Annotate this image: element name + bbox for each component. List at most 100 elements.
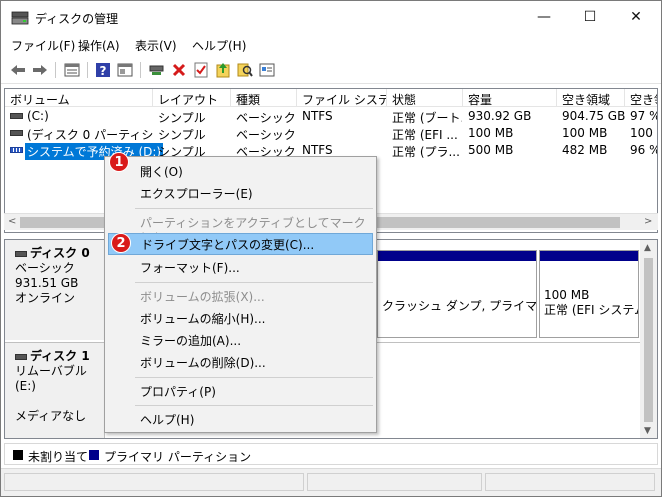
menu-item-extend-volume[interactable]: ボリュームの拡張(X)... (108, 285, 373, 307)
maximize-button[interactable]: ☐ (567, 1, 613, 33)
volume-status: 正常 (EFI ... (392, 128, 458, 142)
volume-free: 100 MB (562, 126, 608, 140)
vertical-scrollbar[interactable]: ▲ ▼ (640, 240, 657, 438)
delete-icon[interactable] (170, 61, 188, 79)
menu-item-open[interactable]: 開く(O) (108, 160, 373, 182)
help-icon[interactable]: ? (94, 61, 112, 79)
volume-capacity: 100 MB (468, 126, 514, 140)
scroll-down-icon[interactable]: ▼ (644, 426, 651, 436)
column-free-space[interactable]: 空き領域 (557, 89, 625, 107)
disk-0-label[interactable]: ディスク 0 ベーシック 931.51 GB オンライン (5, 240, 105, 340)
disk-state: メディアなし (15, 409, 87, 423)
volume-free-percent: 96 % (630, 143, 658, 157)
menu-item-delete-volume[interactable]: ボリュームの削除(D)... (108, 351, 373, 373)
context-menu: 開く(O) エクスプローラー(E) パーティションをアクティブとしてマーク(M)… (104, 156, 377, 433)
volume-name: (C:) (27, 109, 49, 123)
volume-filesystem: NTFS (302, 143, 333, 157)
disk-name: ディスク 1 (30, 349, 90, 363)
refresh-icon[interactable] (214, 61, 232, 79)
step-badge-1: 1 (109, 152, 129, 172)
volume-capacity: 930.92 GB (468, 109, 532, 123)
volume-layout: シンプル (158, 111, 206, 125)
volume-free-percent: 100 % (630, 126, 657, 140)
column-layout[interactable]: レイアウト (153, 89, 231, 107)
column-capacity[interactable]: 容量 (463, 89, 557, 107)
menu-help[interactable]: ヘルプ(H) (192, 37, 246, 54)
volume-capacity: 500 MB (468, 143, 514, 157)
volume-row[interactable]: (ディスク 0 パーティション 3) シンプル ベーシック 正常 (EFI ..… (5, 125, 657, 142)
disk-management-window: ディスクの管理 — ☐ ✕ ファイル(F) 操作(A) 表示(V) ヘルプ(H)… (0, 0, 662, 497)
disk-icon (15, 250, 27, 257)
disk-management-icon (11, 11, 29, 25)
scroll-up-icon[interactable]: ▲ (644, 243, 651, 253)
disk-state: オンライン (15, 291, 76, 305)
volume-free: 482 MB (562, 143, 608, 157)
disk-1-label[interactable]: ディスク 1 リムーバブル (E:) メディアなし (5, 343, 105, 438)
drive-icon (10, 147, 23, 153)
menu-action[interactable]: 操作(A) (78, 37, 120, 54)
volume-name: (ディスク 0 パーティション 3) (27, 128, 153, 142)
volume-filesystem: NTFS (302, 109, 333, 123)
menu-view[interactable]: 表示(V) (135, 37, 177, 54)
menu-item-help[interactable]: ヘルプ(H) (108, 408, 373, 430)
volume-free: 904.75 GB (562, 109, 626, 123)
scroll-right-icon[interactable]: > (644, 216, 652, 227)
legend: 未割り当て プライマリ パーティション (4, 443, 658, 465)
drive-icon (10, 113, 23, 119)
menu-item-format[interactable]: フォーマット(F)... (108, 256, 373, 278)
close-button[interactable]: ✕ (613, 1, 659, 33)
menu-item-explorer[interactable]: エクスプローラー(E) (108, 182, 373, 204)
volume-status: 正常 (プラ... (392, 145, 460, 159)
column-free-percent[interactable]: 空き領 (625, 89, 657, 107)
search-icon[interactable] (236, 61, 254, 79)
volume-layout: シンプル (158, 128, 206, 142)
menu-file[interactable]: ファイル(F) (11, 37, 75, 54)
partition-efi[interactable]: 100 MB 正常 (EFI システム (539, 250, 639, 338)
connect-icon[interactable] (148, 61, 166, 79)
volume-type: ベーシック (236, 128, 296, 142)
partition-size: 100 MB (544, 288, 590, 302)
column-type[interactable]: 種類 (231, 89, 297, 107)
forward-arrow-icon[interactable] (31, 61, 49, 79)
window-title: ディスクの管理 (35, 12, 119, 26)
disk-icon (15, 353, 27, 360)
minimize-button[interactable]: — (521, 1, 567, 33)
menu-item-properties[interactable]: プロパティ(P) (108, 380, 373, 402)
legend-unallocated: 未割り当て (28, 450, 89, 464)
column-volume[interactable]: ボリューム (5, 89, 153, 107)
column-header: ボリューム レイアウト 種類 ファイル システム 状態 容量 空き領域 空き領 (5, 89, 657, 107)
menu-item-change-drive-letter[interactable]: ドライブ文字とパスの変更(C)... (108, 233, 373, 255)
disk-type: ベーシック (15, 261, 75, 275)
back-arrow-icon[interactable] (9, 61, 27, 79)
checklist-icon[interactable] (192, 61, 210, 79)
unallocated-swatch (13, 450, 23, 460)
volume-row[interactable]: (C:) シンプル ベーシック NTFS 正常 (ブート... 930.92 G… (5, 108, 658, 125)
properties-icon[interactable] (116, 61, 134, 79)
menu-item-mark-active[interactable]: パーティションをアクティブとしてマーク(M) (108, 211, 373, 245)
disk-name: ディスク 0 (30, 246, 90, 260)
scroll-thumb[interactable] (644, 258, 653, 422)
column-filesystem[interactable]: ファイル システム (297, 89, 387, 107)
menu-item-add-mirror[interactable]: ミラーの追加(A)... (108, 329, 373, 351)
volume-status: 正常 (ブート... (392, 111, 462, 125)
drive-icon (10, 130, 23, 136)
scroll-left-icon[interactable]: < (8, 216, 16, 227)
wizard-icon[interactable] (258, 61, 276, 79)
partition-bar (540, 251, 638, 261)
title-bar: ディスクの管理 — ☐ ✕ (1, 1, 661, 34)
toolbar: ? (1, 56, 661, 84)
list-view-icon[interactable] (63, 61, 81, 79)
menu-bar: ファイル(F) 操作(A) 表示(V) ヘルプ(H) (1, 34, 661, 55)
primary-swatch (89, 450, 99, 460)
svg-text:?: ? (100, 64, 107, 78)
volume-type: ベーシック (236, 111, 296, 125)
partition-status: 正常 (EFI システム (544, 303, 639, 317)
menu-item-shrink-volume[interactable]: ボリュームの縮小(H)... (108, 307, 373, 329)
disk-size: 931.51 GB (15, 276, 79, 290)
volume-free-percent: 97 % (630, 109, 658, 123)
status-bar (1, 468, 661, 496)
partition-main[interactable]: クラッシュ ダンプ, プライマリ パーテ (377, 250, 537, 338)
column-status[interactable]: 状態 (387, 89, 463, 107)
partition-bar (378, 251, 536, 261)
legend-primary: プライマリ パーティション (104, 450, 252, 464)
